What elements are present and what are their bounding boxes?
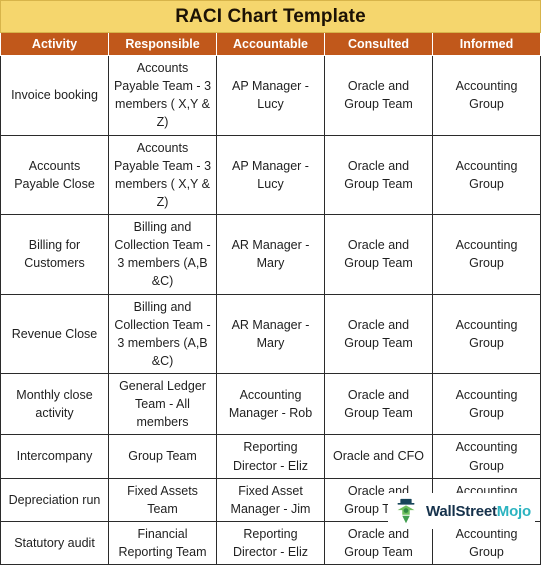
column-header-accountable[interactable]: Accountable <box>216 32 325 56</box>
cell-consulted[interactable]: Oracle and Group Team <box>324 134 433 215</box>
column-header-responsible[interactable]: Responsible <box>108 32 217 56</box>
table-row: Billing for Customers Billing and Collec… <box>0 214 541 295</box>
cell-activity[interactable]: Revenue Close <box>0 293 109 374</box>
wallstreetmojo-wordmark: WallStreetMojo <box>426 503 531 520</box>
raci-chart-sheet: RACI Chart Template Activity Responsible… <box>0 0 541 565</box>
cell-responsible[interactable]: Billing and Collection Team - 3 members … <box>108 293 217 374</box>
cell-activity[interactable]: Statutory audit <box>0 520 109 565</box>
cell-informed[interactable]: Accounting Group <box>432 214 541 295</box>
cell-consulted[interactable]: Oracle and Group Team <box>324 372 433 436</box>
cell-informed[interactable]: Accounting Group <box>432 293 541 374</box>
cell-accountable[interactable]: AR Manager - Mary <box>216 214 325 295</box>
cell-consulted[interactable]: Oracle and Group Team <box>324 214 433 295</box>
cell-activity[interactable]: Invoice booking <box>0 55 109 136</box>
cell-informed[interactable]: Accounting Group <box>432 55 541 136</box>
cell-responsible[interactable]: Fixed Assets Team <box>108 477 217 522</box>
cell-informed[interactable]: Accounting Group <box>432 372 541 436</box>
cell-accountable[interactable]: Accounting Manager - Rob <box>216 372 325 436</box>
cell-consulted[interactable]: Oracle and CFO <box>324 434 433 479</box>
cell-accountable[interactable]: Reporting Director - Eliz <box>216 520 325 565</box>
cell-activity[interactable]: Billing for Customers <box>0 214 109 295</box>
table-row: Monthly close activity General Ledger Te… <box>0 372 541 436</box>
raci-chart-table: RACI Chart Template Activity Responsible… <box>0 0 541 565</box>
cell-consulted[interactable]: Oracle and Group Team <box>324 293 433 374</box>
cell-activity[interactable]: Accounts Payable Close <box>0 134 109 215</box>
table-header-row: Activity Responsible Accountable Consult… <box>0 32 541 56</box>
cell-responsible[interactable]: General Ledger Team - All members <box>108 372 217 436</box>
cell-informed[interactable]: Accounting Group <box>432 134 541 215</box>
wordmark-secondary: Mojo <box>496 502 531 520</box>
wallstreetmojo-watermark: WallStreetMojo <box>388 493 535 529</box>
cell-responsible[interactable]: Financial Reporting Team <box>108 520 217 565</box>
cell-responsible[interactable]: Group Team <box>108 434 217 479</box>
page-title: RACI Chart Template <box>0 0 541 33</box>
cell-accountable[interactable]: AP Manager - Lucy <box>216 55 325 136</box>
cell-accountable[interactable]: AR Manager - Mary <box>216 293 325 374</box>
wordmark-primary: WallStreet <box>426 502 497 520</box>
cell-accountable[interactable]: AP Manager - Lucy <box>216 134 325 215</box>
table-row: Invoice booking Accounts Payable Team - … <box>0 55 541 136</box>
table-row: Revenue Close Billing and Collection Tea… <box>0 293 541 374</box>
table-row: Intercompany Group Team Reporting Direct… <box>0 434 541 479</box>
cell-activity[interactable]: Intercompany <box>0 434 109 479</box>
cell-informed[interactable]: Accounting Group <box>432 434 541 479</box>
cell-consulted[interactable]: Oracle and Group Team <box>324 55 433 136</box>
cell-accountable[interactable]: Fixed Asset Manager - Jim <box>216 477 325 522</box>
column-header-informed[interactable]: Informed <box>432 32 541 56</box>
cell-activity[interactable]: Depreciation run <box>0 477 109 522</box>
cell-responsible[interactable]: Accounts Payable Team - 3 members ( X,Y … <box>108 55 217 136</box>
column-header-consulted[interactable]: Consulted <box>324 32 433 56</box>
cell-responsible[interactable]: Accounts Payable Team - 3 members ( X,Y … <box>108 134 217 215</box>
title-row: RACI Chart Template <box>0 0 541 33</box>
cell-activity[interactable]: Monthly close activity <box>0 372 109 436</box>
table-row: Accounts Payable Close Accounts Payable … <box>0 134 541 215</box>
cell-accountable[interactable]: Reporting Director - Eliz <box>216 434 325 479</box>
column-header-activity[interactable]: Activity <box>0 32 109 56</box>
cell-responsible[interactable]: Billing and Collection Team - 3 members … <box>108 214 217 295</box>
wallstreetmojo-logo-icon <box>391 496 421 526</box>
